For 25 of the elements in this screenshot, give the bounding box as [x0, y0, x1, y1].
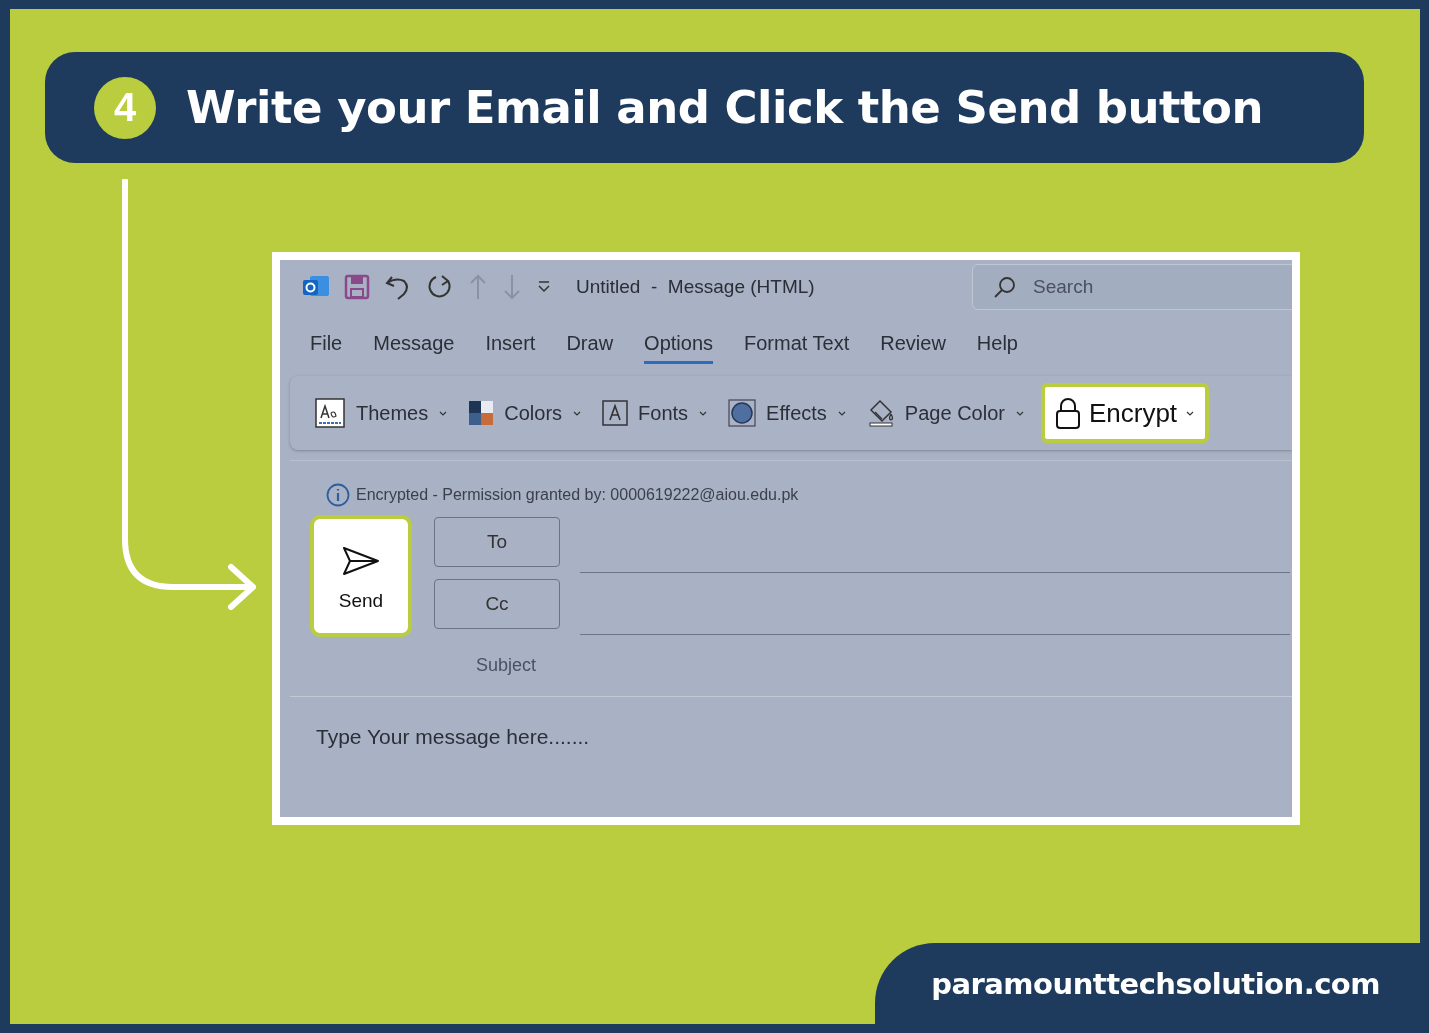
send-button[interactable]: Send: [310, 515, 412, 637]
menu-tab[interactable]: Message: [373, 324, 455, 364]
website-address: paramounttechsolution.com: [931, 966, 1380, 1001]
ribbon-button[interactable]: Encrypt: [1040, 383, 1210, 443]
ribbon-button[interactable]: Themes: [314, 397, 449, 429]
step-number: 4: [94, 76, 156, 139]
menu-tab[interactable]: Help: [976, 324, 1018, 364]
recipient-button[interactable]: To: [434, 517, 560, 567]
menu-tab[interactable]: Format Text: [744, 324, 850, 364]
menu-tab[interactable]: Draw: [566, 324, 614, 364]
window-title: Untitled - Message (HTML): [576, 276, 815, 298]
subject-label: Subject: [476, 655, 538, 676]
ribbon-button[interactable]: Page Color: [866, 398, 1025, 428]
ribbon-button[interactable]: Fonts: [602, 400, 709, 426]
message-body[interactable]: Type Your message here.......: [316, 725, 1292, 749]
encryption-notice: Encrypted - Permission granted by: 0000619222@aiou.edu.pk: [356, 486, 799, 504]
menu-tab[interactable]: File: [310, 324, 343, 364]
ribbon-button[interactable]: Effects: [728, 399, 847, 427]
step-title: Write your Email and Click the Send button: [186, 81, 1264, 134]
recipient-button[interactable]: Cc: [434, 579, 560, 629]
ribbon-button[interactable]: Colors: [468, 400, 583, 426]
menu-tab[interactable]: Insert: [485, 324, 536, 364]
menu-tab[interactable]: Options: [644, 324, 714, 364]
search-field[interactable]: Search: [972, 264, 1292, 310]
menu-tab[interactable]: Review: [880, 324, 946, 364]
